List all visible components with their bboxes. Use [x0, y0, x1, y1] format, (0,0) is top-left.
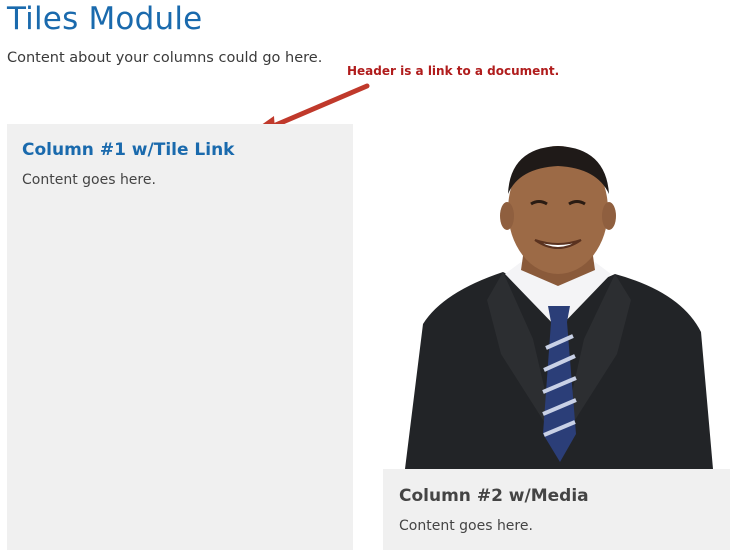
module-intro-text: Content about your columns could go here… [7, 50, 323, 66]
tile-column-1[interactable]: Column #1 w/Tile Link Content goes here. [7, 124, 353, 550]
tile-1-heading-link[interactable]: Column #1 w/Tile Link [22, 140, 235, 160]
tile-column-2: Column #2 w/Media Content goes here. [383, 469, 730, 550]
page-title: Tiles Module [7, 1, 203, 37]
tile-2-media-photo [383, 124, 730, 469]
tile-2-content: Content goes here. [399, 518, 533, 534]
tile-1-content: Content goes here. [22, 172, 156, 188]
tile-2-heading: Column #2 w/Media [399, 486, 589, 506]
page: Tiles Module Content about your columns … [0, 0, 738, 550]
person-photo-icon [383, 124, 730, 469]
